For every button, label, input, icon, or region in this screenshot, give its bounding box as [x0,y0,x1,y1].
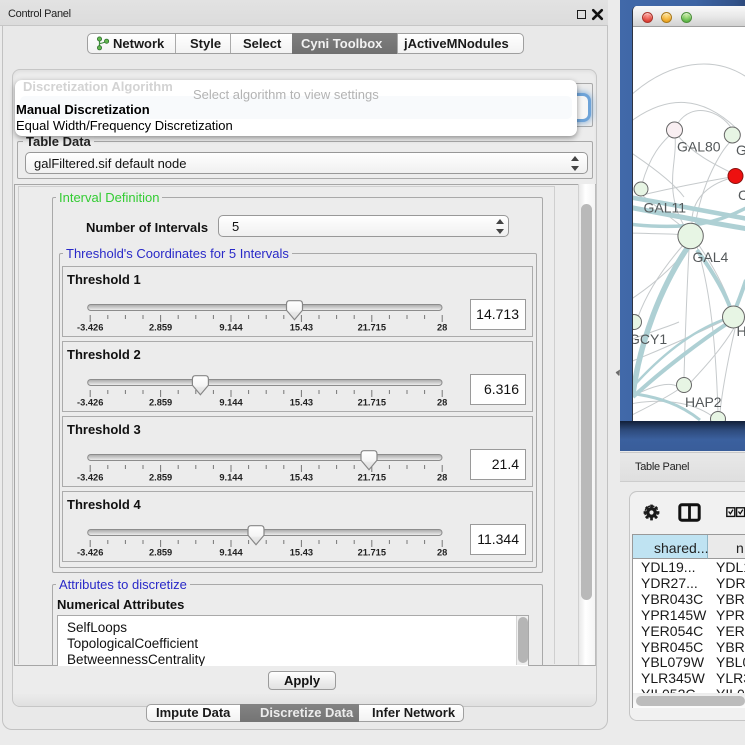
svg-text:28: 28 [437,548,447,558]
svg-text:15.43: 15.43 [290,398,313,408]
svg-text:9.144: 9.144 [219,548,243,558]
svg-text:GAL80: GAL80 [677,139,721,155]
svg-text:-3.426: -3.426 [77,398,103,408]
svg-text:15.43: 15.43 [290,323,313,333]
svg-text:9.144: 9.144 [219,473,243,483]
svg-text:9.144: 9.144 [219,398,243,408]
svg-text:2.859: 2.859 [149,398,172,408]
svg-text:GCY1: GCY1 [633,331,667,347]
svg-text:9.144: 9.144 [219,323,243,333]
svg-text:CO: CO [738,187,745,203]
svg-text:HAP2: HAP2 [685,394,722,410]
svg-text:21.715: 21.715 [358,323,386,333]
svg-text:21.715: 21.715 [358,473,386,483]
svg-text:15.43: 15.43 [290,473,313,483]
svg-text:2.859: 2.859 [149,473,172,483]
svg-text:2.859: 2.859 [149,323,172,333]
svg-text:28: 28 [437,398,447,408]
svg-text:-3.426: -3.426 [77,548,103,558]
svg-text:GAL11: GAL11 [644,200,687,216]
svg-text:-3.426: -3.426 [77,323,103,333]
svg-text:GA: GA [736,142,745,158]
svg-text:28: 28 [437,473,447,483]
svg-text:GAL4: GAL4 [693,249,729,265]
svg-text:21.715: 21.715 [358,398,386,408]
svg-text:HA: HA [737,323,745,339]
svg-text:-3.426: -3.426 [77,473,103,483]
svg-text:21.715: 21.715 [358,548,386,558]
svg-text:2.859: 2.859 [149,548,172,558]
svg-text:15.43: 15.43 [290,548,313,558]
svg-text:28: 28 [437,323,447,333]
